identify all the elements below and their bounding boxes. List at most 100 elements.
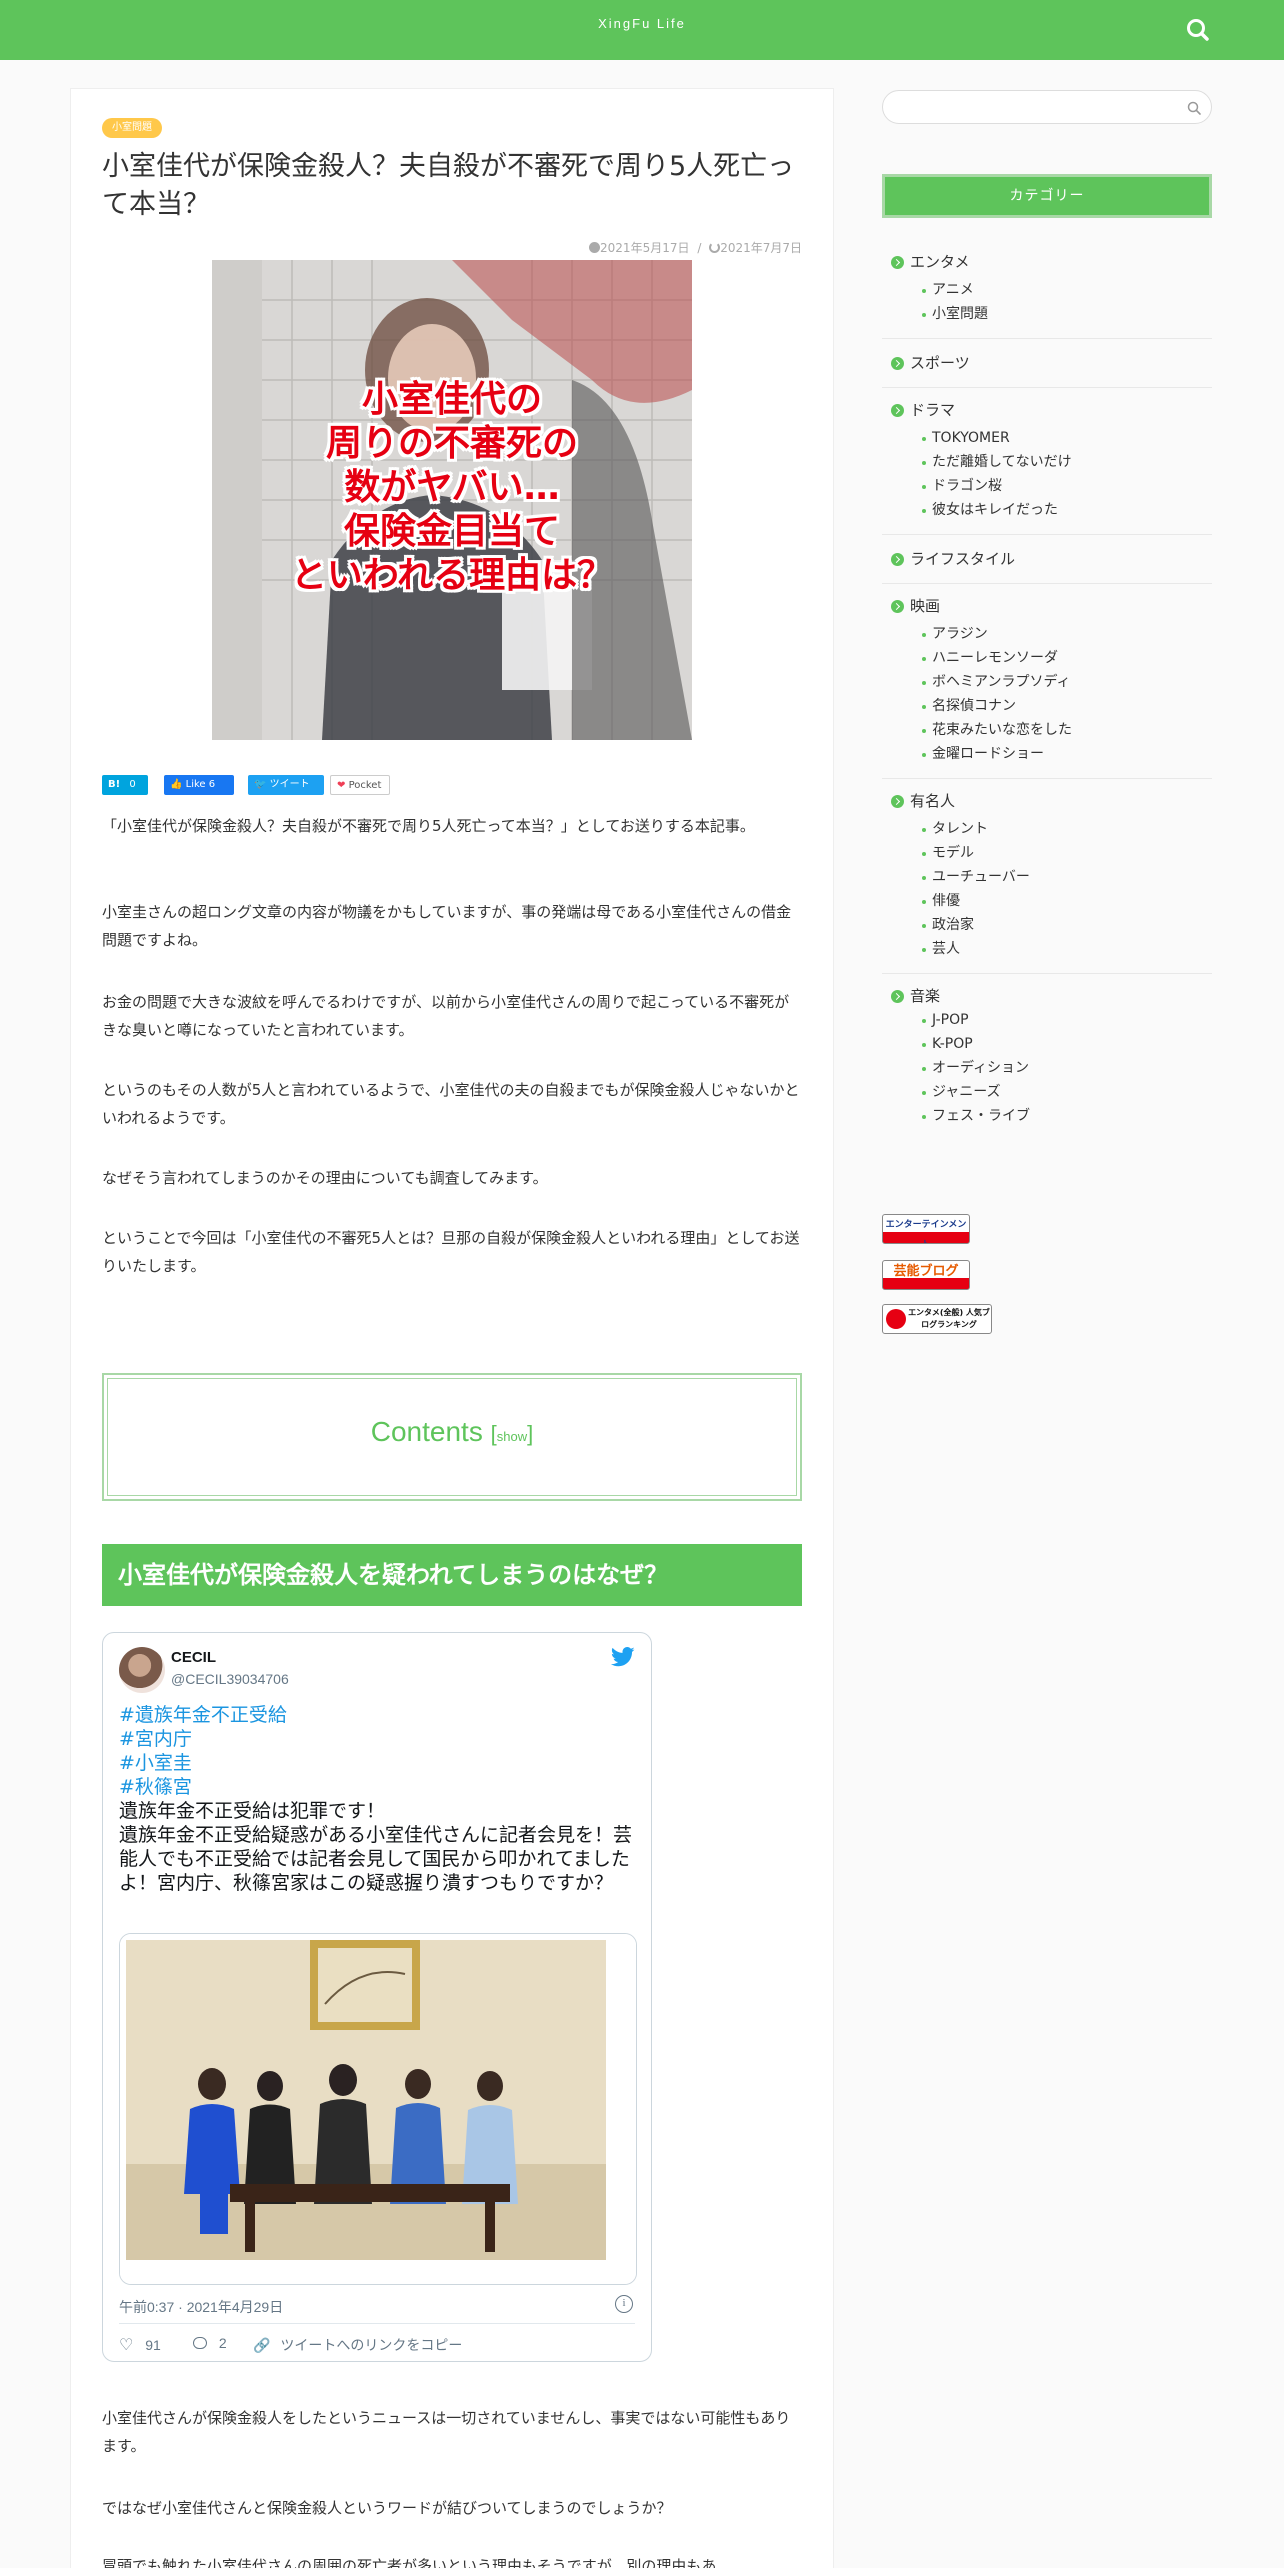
site-title[interactable]: XingFu Life: [0, 16, 1284, 31]
bullet-icon: [922, 948, 926, 952]
subcategory-item[interactable]: K-POP: [882, 1032, 1212, 1056]
subcategory-item[interactable]: 芸人: [882, 937, 1212, 961]
tweet-button[interactable]: 🐦 ツイート: [248, 775, 324, 795]
hero-line: といわれる理由は？: [290, 555, 614, 596]
category-group: ドラマ TOKYOMER ただ離婚してないだけ ドラゴン桜 彼女はキレイだった: [882, 388, 1212, 535]
subcategory-item[interactable]: 彼女はキレイだった: [882, 498, 1212, 522]
subcategory-item[interactable]: ただ離婚してないだけ: [882, 450, 1212, 474]
geinou-blog-ranking-badge[interactable]: 芸能ブログ: [882, 1260, 970, 1290]
published-date: 2021年5月17日: [600, 241, 690, 255]
bullet-icon: [922, 753, 926, 757]
category-item[interactable]: 映画: [882, 594, 1212, 618]
subcategory-item[interactable]: J-POP: [882, 1008, 1212, 1032]
search-input[interactable]: [897, 97, 1177, 119]
bullet-icon: [922, 485, 926, 489]
tweet-photo[interactable]: [119, 1933, 637, 2285]
subcategory-label: ハニーレモンソーダ: [932, 650, 1058, 666]
search-icon[interactable]: [1184, 16, 1212, 44]
tweet-hashtag[interactable]: #宮内庁: [119, 1727, 639, 1751]
pocket-button[interactable]: ❤ Pocket: [330, 775, 390, 795]
hero-line: 周りの不審死の: [325, 423, 578, 464]
category-item[interactable]: ドラマ: [882, 398, 1212, 422]
facebook-like-button[interactable]: 👍 Like 6: [164, 775, 234, 795]
category-item[interactable]: 有名人: [882, 789, 1212, 813]
subcategory-item[interactable]: 小室問題: [882, 302, 1212, 326]
tweet-hashtag[interactable]: #秋篠宮: [119, 1775, 639, 1799]
avatar[interactable]: [119, 1647, 165, 1693]
tweet-text-line: 遺族年金不正受給疑惑がある小室佳代さんに記者会見を！芸能人でも不正受給では記者会…: [119, 1824, 633, 1894]
bullet-icon: [922, 705, 926, 709]
subcategory-label: 芸人: [932, 941, 960, 957]
tweet-author-handle[interactable]: @CECIL39034706: [171, 1671, 289, 1687]
subcategory-label: オーディション: [932, 1060, 1030, 1076]
article-title: 小室佳代が保険金殺人？夫自殺が不審死で周り5人死亡って本当？: [102, 151, 795, 220]
subcategory-item[interactable]: 名探偵コナン: [882, 694, 1212, 718]
subcategory-item[interactable]: TOKYOMER: [882, 426, 1212, 450]
twitter-bird-icon[interactable]: [611, 1647, 635, 1667]
bullet-icon: [922, 729, 926, 733]
date-separator: /: [697, 241, 702, 255]
subcategory-label: 小室問題: [932, 306, 988, 322]
subcategory-item[interactable]: モデル: [882, 841, 1212, 865]
blog-ranking-badge[interactable]: エンタメ(全般) 人気ブログランキング: [882, 1304, 992, 1334]
section-heading: 小室佳代が保険金殺人を疑われてしまうのはなぜ？: [102, 1544, 802, 1606]
embedded-tweet[interactable]: CECIL @CECIL39034706 #遺族年金不正受給 #宮内庁 #小室圭…: [102, 1632, 652, 2362]
subcategory-item[interactable]: オーディション: [882, 1056, 1212, 1080]
hatena-bookmark-button[interactable]: B! 0: [102, 775, 148, 795]
bullet-icon: [922, 461, 926, 465]
subcategory-item[interactable]: 政治家: [882, 913, 1212, 937]
subcategory-item[interactable]: ボヘミアンラプソディ: [882, 670, 1212, 694]
tweet-like-action[interactable]: ♡ 91: [119, 2335, 161, 2355]
category-item[interactable]: ライフスタイル: [882, 547, 1212, 571]
subcategory-item[interactable]: ドラゴン桜: [882, 474, 1212, 498]
sidebar-search: [882, 90, 1212, 124]
category-group: 映画 アラジン ハニーレモンソーダ ボヘミアンラプソディ 名探偵コナン 花束みた…: [882, 584, 1212, 779]
subcategory-item[interactable]: 俳優: [882, 889, 1212, 913]
tweet-timestamp[interactable]: 午前0:37 · 2021年4月29日: [119, 2297, 283, 2317]
subcategory-label: アラジン: [932, 626, 988, 642]
bullet-icon: [922, 657, 926, 661]
copy-link-action[interactable]: 🔗 ツイートへのリンクをコピー: [253, 2335, 462, 2355]
subcategory-item[interactable]: タレント: [882, 817, 1212, 841]
category-item[interactable]: スポーツ: [882, 351, 1212, 375]
info-icon[interactable]: i: [615, 2295, 633, 2313]
subcategory-item[interactable]: 金曜ロードショー: [882, 742, 1212, 766]
table-of-contents: Contents [show]: [102, 1373, 802, 1501]
tweet-divider: [119, 2323, 635, 2324]
toc-show-toggle[interactable]: [show]: [491, 1421, 534, 1446]
subcategory-item[interactable]: ユーチューバー: [882, 865, 1212, 889]
category-widget-title: カテゴリー: [882, 174, 1212, 218]
subcategory-label: フェス・ライブ: [932, 1108, 1030, 1124]
entertainment-ranking-badge[interactable]: エンターテインメント: [882, 1214, 970, 1244]
ranking-badge-label: 芸能ブログ: [893, 1264, 959, 1279]
chevron-circle-icon: [891, 795, 904, 808]
hero-line: 数がヤバい…: [344, 467, 560, 508]
category-item[interactable]: 音楽: [882, 984, 1212, 1008]
category-label: 映画: [910, 597, 941, 615]
bullet-icon: [922, 828, 926, 832]
subcategory-item[interactable]: 花束みたいな恋をした: [882, 718, 1212, 742]
tweet-author-name[interactable]: CECIL: [171, 1649, 216, 1666]
subcategory-item[interactable]: ハニーレモンソーダ: [882, 646, 1212, 670]
hatena-label: B!: [108, 779, 121, 790]
category-group: スポーツ: [882, 339, 1212, 388]
toc-inner-border: Contents [show]: [107, 1378, 797, 1496]
tweet-hashtag[interactable]: #遺族年金不正受給: [119, 1703, 639, 1727]
toc-bracket-close: ]: [527, 1421, 534, 1446]
category-item[interactable]: エンタメ: [882, 250, 1212, 274]
subcategory-label: TOKYOMER: [932, 430, 1010, 446]
subcategory-item[interactable]: アニメ: [882, 278, 1212, 302]
tweet-hashtag[interactable]: #小室圭: [119, 1751, 639, 1775]
bullet-icon: [922, 1019, 926, 1023]
article-paragraph: 冒頭でも触れた小室佳代さんの周囲の死亡者が多いという理由もそうですが、別の理由も…: [102, 2557, 717, 2568]
tweet-reply-action[interactable]: 2: [193, 2335, 227, 2351]
subcategory-item[interactable]: フェス・ライブ: [882, 1104, 1212, 1128]
article-paragraph: ではなぜ小室佳代さんと保険金殺人というワードが結びついてしまうのでしょうか？: [102, 2499, 672, 2517]
subcategory-item[interactable]: ジャニーズ: [882, 1080, 1212, 1104]
subcategory-label: K-POP: [932, 1036, 973, 1052]
search-icon[interactable]: [1186, 100, 1202, 116]
toc-show-label: show: [496, 1429, 528, 1444]
subcategory-item[interactable]: アラジン: [882, 622, 1212, 646]
category-badge[interactable]: 小室問題: [102, 118, 162, 138]
category-list: エンタメ アニメ 小室問題 スポーツ ドラマ TOKYOMER ただ離婚してない…: [882, 240, 1212, 1140]
